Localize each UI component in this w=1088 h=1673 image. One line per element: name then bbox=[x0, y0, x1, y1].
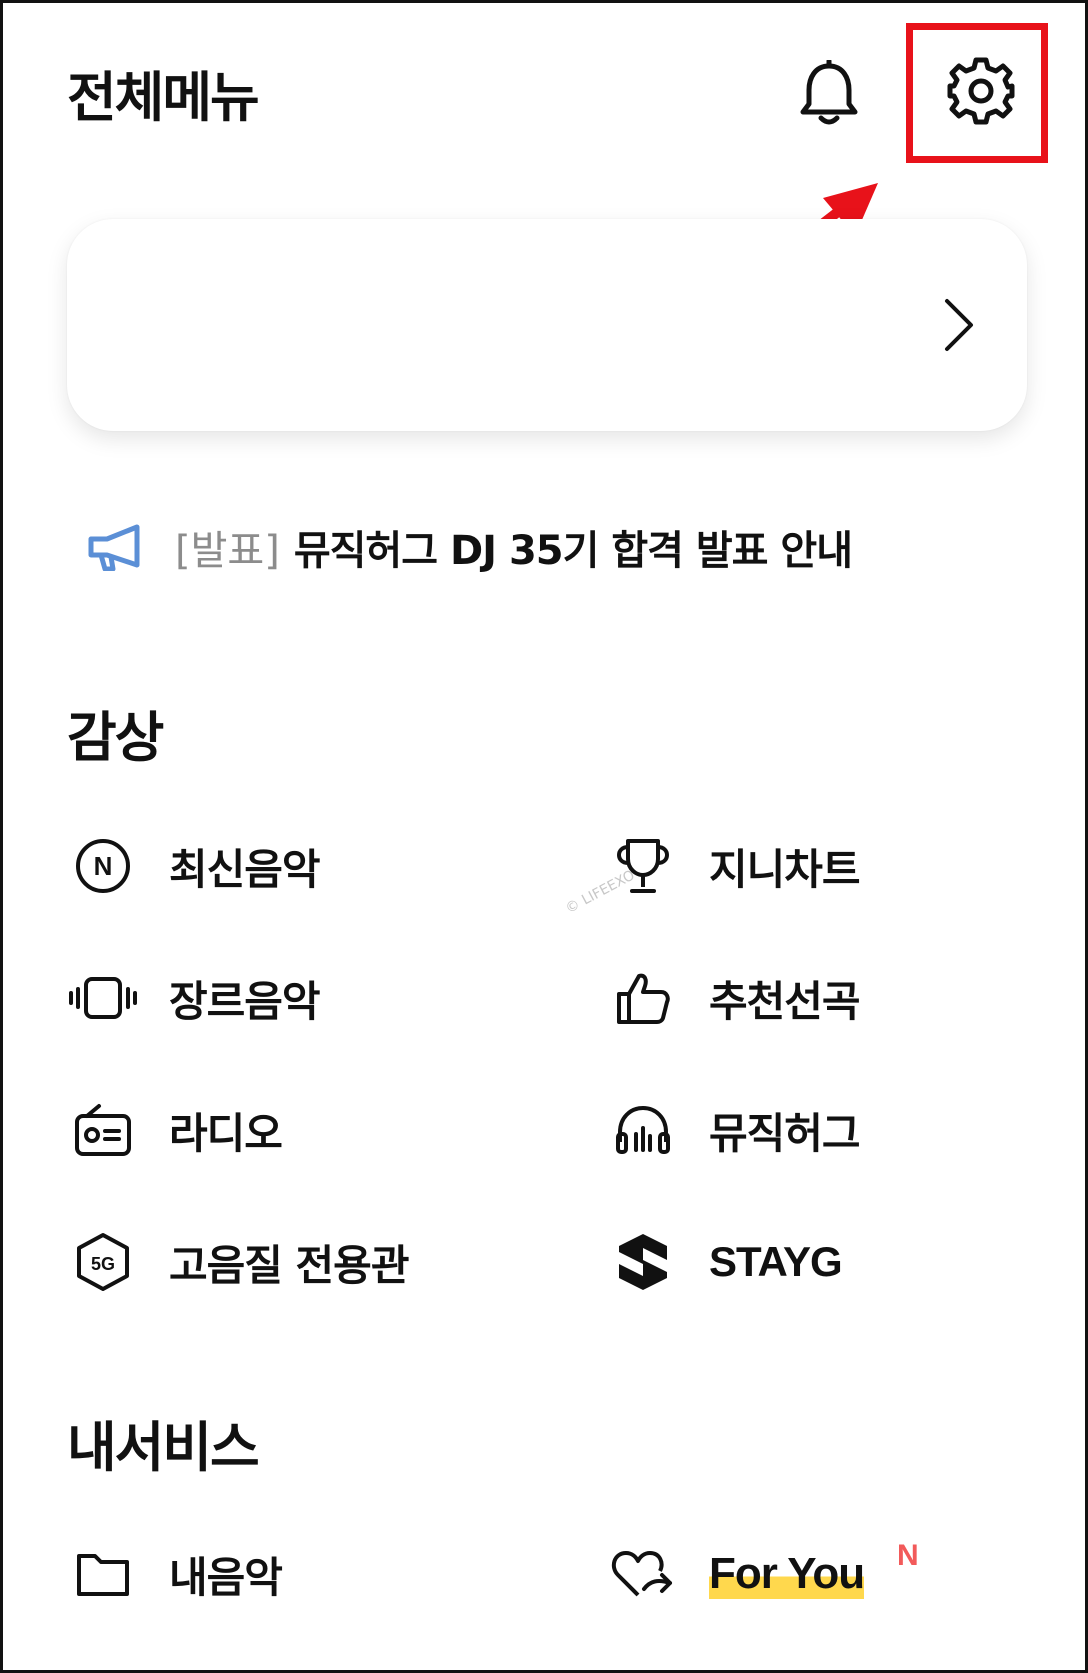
menu-label: 지니차트 bbox=[709, 844, 861, 894]
section-title-listening: 감상 bbox=[67, 706, 164, 769]
headphones-icon bbox=[607, 1095, 679, 1165]
page-title: 전체메뉴 bbox=[67, 66, 260, 129]
svg-text:5G: 5G bbox=[91, 1254, 115, 1274]
menu-item-radio[interactable]: 라디오 bbox=[67, 1095, 283, 1165]
notice-banner[interactable]: [발표] 뮤직허그 DJ 35기 합격 발표 안내 bbox=[87, 519, 853, 575]
notice-text: 뮤직허그 DJ 35기 합격 발표 안내 bbox=[293, 528, 853, 574]
menu-item-my-music[interactable]: 내음악 bbox=[67, 1539, 283, 1609]
profile-card[interactable] bbox=[67, 219, 1027, 431]
stayg-logo-icon bbox=[607, 1227, 679, 1297]
menu-label: STAYG bbox=[709, 1238, 843, 1285]
menu-item-genre-music[interactable]: 장르음악 bbox=[67, 963, 321, 1033]
header: 전체메뉴 bbox=[3, 3, 1085, 183]
new-badge: N bbox=[897, 1539, 919, 1572]
radio-icon bbox=[67, 1095, 139, 1165]
chevron-right-icon bbox=[945, 299, 973, 351]
thumbs-up-icon bbox=[607, 963, 679, 1033]
n-circle-icon: N bbox=[67, 831, 139, 901]
folder-icon bbox=[67, 1539, 139, 1609]
menu-item-for-you[interactable]: For You bbox=[607, 1539, 865, 1609]
notifications-button[interactable] bbox=[793, 57, 865, 129]
notice-tag: [발표] bbox=[175, 528, 280, 574]
settings-highlight-box bbox=[906, 23, 1048, 163]
menu-label: For You bbox=[709, 1549, 865, 1599]
megaphone-icon bbox=[88, 524, 140, 571]
heart-arrow-icon bbox=[607, 1539, 679, 1609]
menu-item-latest-music[interactable]: N 최신음악 bbox=[67, 831, 321, 901]
menu-label: 장르음악 bbox=[169, 976, 321, 1026]
menu-item-recommended[interactable]: 추천선곡 bbox=[607, 963, 861, 1033]
menu-label: 추천선곡 bbox=[709, 976, 861, 1026]
section-title-my-services: 내서비스 bbox=[67, 1416, 260, 1479]
app-frame: 전체메뉴 [발표] 뮤직허그 DJ 35기 합격 발표 안내 감상 N 최신음악… bbox=[0, 0, 1088, 1673]
5g-hexagon-icon: 5G bbox=[67, 1227, 139, 1297]
menu-item-genie-chart[interactable]: 지니차트 bbox=[607, 831, 861, 901]
menu-item-music-hug[interactable]: 뮤직허그 bbox=[607, 1095, 861, 1165]
vibration-icon bbox=[67, 963, 139, 1033]
menu-label: 뮤직허그 bbox=[709, 1108, 861, 1158]
svg-text:N: N bbox=[94, 851, 113, 881]
menu-item-stayg[interactable]: STAYG bbox=[607, 1227, 843, 1297]
menu-label: 고음질 전용관 bbox=[169, 1240, 409, 1290]
menu-label: 라디오 bbox=[169, 1108, 283, 1158]
menu-label: 내음악 bbox=[169, 1552, 283, 1602]
menu-label: 최신음악 bbox=[169, 844, 321, 894]
bell-icon bbox=[800, 60, 858, 125]
menu-item-hifi[interactable]: 5G 고음질 전용관 bbox=[67, 1227, 409, 1297]
